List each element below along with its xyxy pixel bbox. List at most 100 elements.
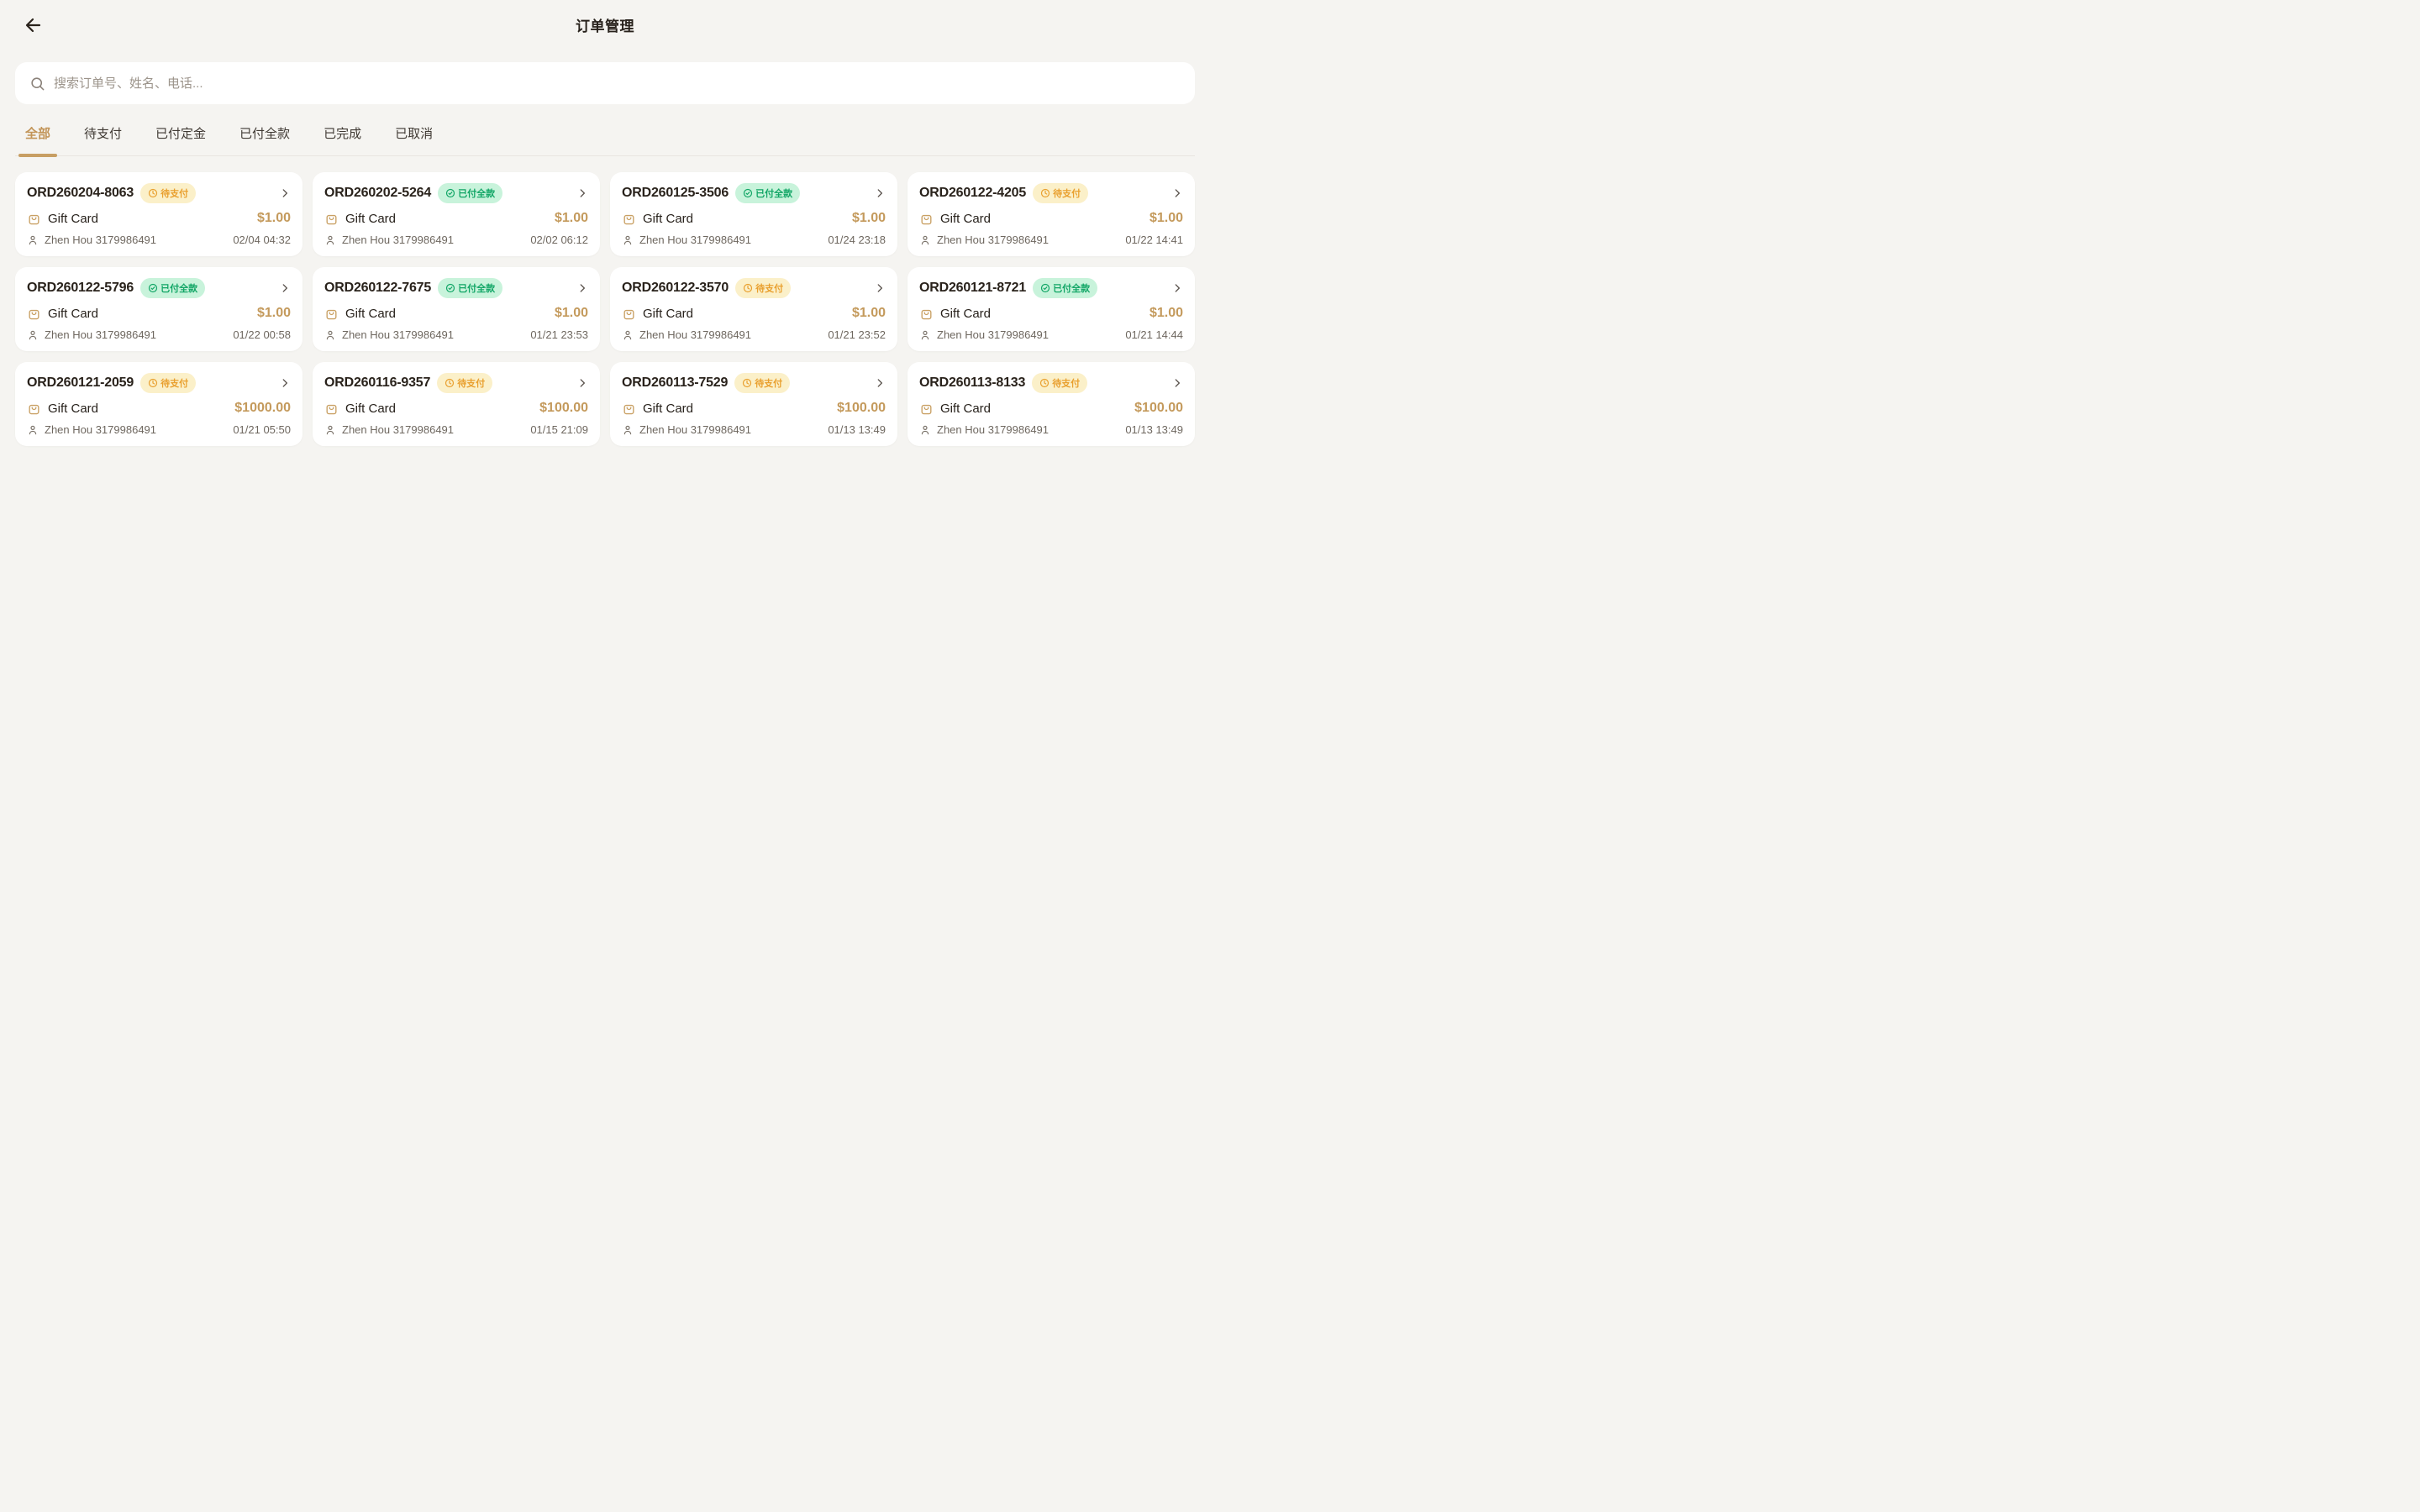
gift-card-bag-icon — [919, 402, 934, 416]
order-id: ORD260204-8063 — [27, 186, 134, 201]
check-circle-icon — [445, 283, 455, 293]
status-label: 待支付 — [457, 376, 485, 390]
status-badge: 待支付 — [734, 373, 790, 393]
chevron-right-icon — [874, 377, 886, 389]
chevron-right-icon — [279, 187, 291, 199]
chevron-right-icon — [1171, 282, 1183, 294]
clock-icon — [742, 378, 752, 388]
status-label: 已付全款 — [755, 186, 792, 200]
order-card[interactable]: ORD260122-7675 已付全款 — [313, 267, 600, 351]
product-label: Gift Card — [345, 307, 396, 321]
customer-name: Zhen Hou 3179986491 — [342, 328, 454, 341]
page-title: 订单管理 — [576, 14, 634, 35]
person-icon — [27, 424, 39, 436]
clock-icon — [148, 378, 158, 388]
person-icon — [324, 329, 336, 341]
order-card[interactable]: ORD260122-5796 已付全款 — [15, 267, 302, 351]
status-badge: 待支付 — [140, 183, 196, 203]
gift-card-bag-icon — [324, 212, 339, 226]
order-price: $1.00 — [555, 306, 588, 321]
tab-deposit-paid[interactable]: 已付定金 — [154, 124, 208, 155]
gift-card-bag-icon — [622, 402, 636, 416]
customer-name: Zhen Hou 3179986491 — [937, 234, 1049, 246]
order-card[interactable]: ORD260121-2059 待支付 — [15, 362, 302, 446]
order-id: ORD260121-2059 — [27, 375, 134, 391]
clock-icon — [1039, 378, 1050, 388]
customer-name: Zhen Hou 3179986491 — [639, 423, 751, 436]
status-label: 待支付 — [755, 281, 783, 295]
person-icon — [622, 234, 634, 246]
status-label: 待支付 — [755, 376, 782, 390]
clock-icon — [743, 283, 753, 293]
gift-card-bag-icon — [919, 307, 934, 321]
chevron-right-icon — [874, 187, 886, 199]
order-card[interactable]: ORD260113-7529 待支付 — [610, 362, 897, 446]
status-label: 已付全款 — [160, 281, 197, 295]
tab-all[interactable]: 全部 — [24, 124, 52, 155]
tab-pending[interactable]: 待支付 — [82, 124, 124, 155]
order-price: $1.00 — [1150, 211, 1183, 226]
order-card[interactable]: ORD260204-8063 待支付 — [15, 172, 302, 256]
chevron-right-icon — [279, 377, 291, 389]
back-button[interactable] — [20, 12, 47, 39]
order-datetime: 01/22 14:41 — [1125, 234, 1183, 246]
order-card[interactable]: ORD260122-4205 待支付 — [908, 172, 1195, 256]
order-price: $1000.00 — [234, 401, 291, 416]
status-badge: 待支付 — [735, 278, 791, 298]
order-datetime: 01/15 21:09 — [530, 423, 588, 436]
customer-name: Zhen Hou 3179986491 — [937, 423, 1049, 436]
check-circle-icon — [1040, 283, 1050, 293]
gift-card-bag-icon — [27, 307, 41, 321]
product-label: Gift Card — [48, 212, 98, 226]
order-card[interactable]: ORD260121-8721 已付全款 — [908, 267, 1195, 351]
chevron-right-icon — [1171, 377, 1183, 389]
customer-name: Zhen Hou 3179986491 — [342, 423, 454, 436]
order-card[interactable]: ORD260113-8133 待支付 — [908, 362, 1195, 446]
order-card[interactable]: ORD260125-3506 已付全款 — [610, 172, 897, 256]
order-card[interactable]: ORD260116-9357 待支付 — [313, 362, 600, 446]
order-card[interactable]: ORD260202-5264 已付全款 — [313, 172, 600, 256]
gift-card-bag-icon — [27, 212, 41, 226]
check-circle-icon — [743, 188, 753, 198]
order-id: ORD260122-5796 — [27, 281, 134, 296]
customer-name: Zhen Hou 3179986491 — [45, 234, 156, 246]
product-label: Gift Card — [48, 307, 98, 321]
order-datetime: 01/13 13:49 — [828, 423, 886, 436]
order-datetime: 01/24 23:18 — [828, 234, 886, 246]
clock-icon — [445, 378, 455, 388]
status-tabs: 全部 待支付 已付定金 已付全款 已完成 已取消 — [15, 113, 1195, 156]
order-id: ORD260113-7529 — [622, 375, 728, 391]
order-price: $1.00 — [852, 306, 886, 321]
clock-icon — [148, 188, 158, 198]
status-label: 待支付 — [160, 186, 188, 200]
order-id: ORD260122-4205 — [919, 186, 1026, 201]
order-datetime: 02/02 06:12 — [530, 234, 588, 246]
status-label: 已付全款 — [458, 186, 495, 200]
order-datetime: 01/21 14:44 — [1125, 328, 1183, 341]
customer-name: Zhen Hou 3179986491 — [937, 328, 1049, 341]
person-icon — [27, 234, 39, 246]
tab-completed[interactable]: 已完成 — [322, 124, 363, 155]
order-price: $1.00 — [852, 211, 886, 226]
order-price: $100.00 — [539, 401, 588, 416]
order-id: ORD260116-9357 — [324, 375, 430, 391]
status-label: 已付全款 — [1053, 281, 1090, 295]
status-badge: 待支付 — [1032, 373, 1087, 393]
product-label: Gift Card — [940, 212, 991, 226]
order-id: ORD260202-5264 — [324, 186, 431, 201]
status-badge: 待支付 — [140, 373, 196, 393]
person-icon — [324, 424, 336, 436]
person-icon — [622, 329, 634, 341]
order-id: ORD260121-8721 — [919, 281, 1026, 296]
tab-cancelled[interactable]: 已取消 — [393, 124, 434, 155]
order-datetime: 01/21 23:52 — [828, 328, 886, 341]
order-id: ORD260122-3570 — [622, 281, 729, 296]
chevron-right-icon — [874, 282, 886, 294]
status-label: 已付全款 — [458, 281, 495, 295]
search-input[interactable] — [54, 76, 1181, 91]
tab-paid-full[interactable]: 已付全款 — [238, 124, 292, 155]
status-label: 待支付 — [160, 376, 188, 390]
search-bar — [15, 62, 1195, 104]
order-card[interactable]: ORD260122-3570 待支付 — [610, 267, 897, 351]
status-label: 待支付 — [1052, 376, 1080, 390]
